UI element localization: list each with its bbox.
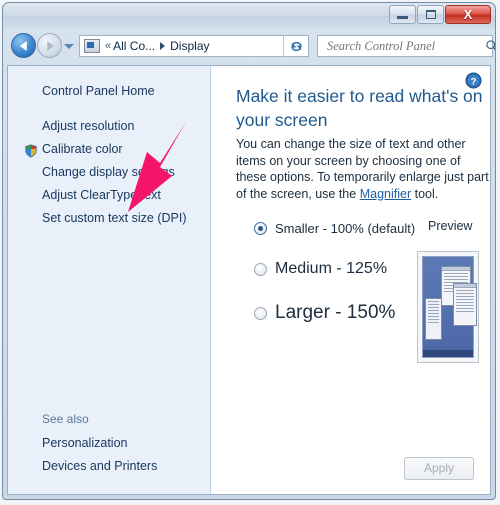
search-input[interactable] — [325, 37, 485, 55]
apply-button[interactable]: Apply — [404, 457, 474, 480]
search-box[interactable] — [317, 35, 495, 57]
arrow-left-icon — [19, 40, 27, 51]
preview-window-lines — [454, 288, 476, 316]
sidebar-item-label: Calibrate color — [42, 142, 123, 156]
shield-icon — [25, 144, 37, 158]
magnifier-link[interactable]: Magnifier — [360, 187, 411, 201]
content-area: Control Panel Home Adjust resolution Cal… — [7, 65, 491, 495]
close-button[interactable]: X — [445, 5, 491, 24]
see-also-section: See also Personalization Devices and Pri… — [8, 410, 210, 478]
breadcrumb-overflow[interactable]: « — [105, 40, 111, 52]
option-label: Smaller - 100% (default) — [275, 221, 416, 236]
sidebar: Control Panel Home Adjust resolution Cal… — [8, 66, 211, 494]
sidebar-item-control-panel-home[interactable]: Control Panel Home — [8, 80, 210, 103]
page-description: You can change the size of text and othe… — [236, 136, 490, 202]
minimize-button[interactable] — [389, 5, 416, 24]
sidebar-item-label: Change display settings — [42, 165, 175, 179]
address-bar[interactable]: « All Co... Display — [79, 35, 309, 57]
refresh-button[interactable] — [283, 35, 309, 57]
page-title: Make it easier to read what's on your sc… — [236, 86, 483, 130]
title-bar: X — [3, 3, 495, 29]
minimize-icon — [397, 16, 408, 19]
preview-window-front — [453, 283, 477, 326]
sidebar-item-label: Set custom text size (DPI) — [42, 211, 187, 225]
chevron-right-icon — [160, 42, 166, 50]
sidebar-item-label: Devices and Printers — [42, 459, 158, 473]
preview-thumbnail — [417, 251, 479, 363]
navigation-bar: « All Co... Display — [3, 29, 495, 63]
apply-button-container: Apply — [404, 457, 474, 480]
preview-start-menu — [425, 298, 442, 340]
breadcrumb-root[interactable]: All Co... — [113, 39, 155, 53]
option-label: Medium - 125% — [275, 260, 388, 277]
option-larger[interactable]: Larger - 150% — [254, 302, 415, 324]
page-description-text2: tool. — [411, 186, 439, 201]
sidebar-links: Control Panel Home Adjust resolution Cal… — [8, 66, 210, 230]
display-icon — [84, 39, 100, 53]
main-pane: ? Make it easier to read what's on your … — [212, 66, 490, 494]
forward-button[interactable] — [37, 33, 62, 58]
sidebar-item-adjust-cleartype-text[interactable]: Adjust ClearType text — [8, 184, 210, 207]
radio-medium[interactable] — [254, 262, 267, 276]
breadcrumb-current[interactable]: Display — [170, 39, 209, 53]
preview-taskbar — [423, 350, 473, 357]
close-icon: X — [463, 7, 473, 22]
sidebar-item-label: Personalization — [42, 436, 128, 450]
sidebar-item-label: Adjust ClearType text — [42, 188, 161, 202]
sidebar-item-label: Control Panel Home — [42, 84, 155, 98]
option-medium[interactable]: Medium - 125% — [254, 260, 415, 278]
history-dropdown-icon[interactable] — [64, 44, 74, 49]
screenshot-root: X « All Co... Display Search Control Pan… — [0, 0, 500, 505]
radio-smaller[interactable] — [254, 222, 267, 235]
maximize-icon — [426, 10, 436, 19]
sidebar-item-label: Adjust resolution — [42, 119, 135, 133]
sidebar-item-change-display-settings[interactable]: Change display settings — [8, 161, 210, 184]
preview-desktop — [422, 256, 477, 358]
sidebar-item-adjust-resolution[interactable]: Adjust resolution — [8, 115, 210, 138]
sidebar-item-set-custom-text-size-dpi[interactable]: Set custom text size (DPI) — [8, 207, 210, 230]
preview-menu-lines — [426, 299, 441, 327]
preview-label: Preview — [428, 219, 473, 233]
sidebar-item-personalization[interactable]: Personalization — [8, 432, 210, 455]
search-icon — [486, 40, 495, 51]
sidebar-item-devices-and-printers[interactable]: Devices and Printers — [8, 455, 210, 478]
sidebar-item-calibrate-color[interactable]: Calibrate color — [8, 138, 210, 161]
radio-larger[interactable] — [254, 306, 267, 320]
maximize-button[interactable] — [417, 5, 444, 24]
refresh-icon — [290, 41, 302, 51]
arrow-right-icon — [46, 40, 54, 51]
back-button[interactable] — [11, 33, 36, 58]
window-controls: X — [388, 5, 491, 25]
control-panel-window: X « All Co... Display Search Control Pan… — [2, 2, 496, 500]
option-smaller[interactable]: Smaller - 100% (default) — [254, 221, 415, 236]
text-size-options: Smaller - 100% (default) Medium - 125% L… — [254, 221, 415, 324]
option-label: Larger - 150% — [275, 302, 396, 323]
see-also-title: See also — [42, 412, 89, 426]
